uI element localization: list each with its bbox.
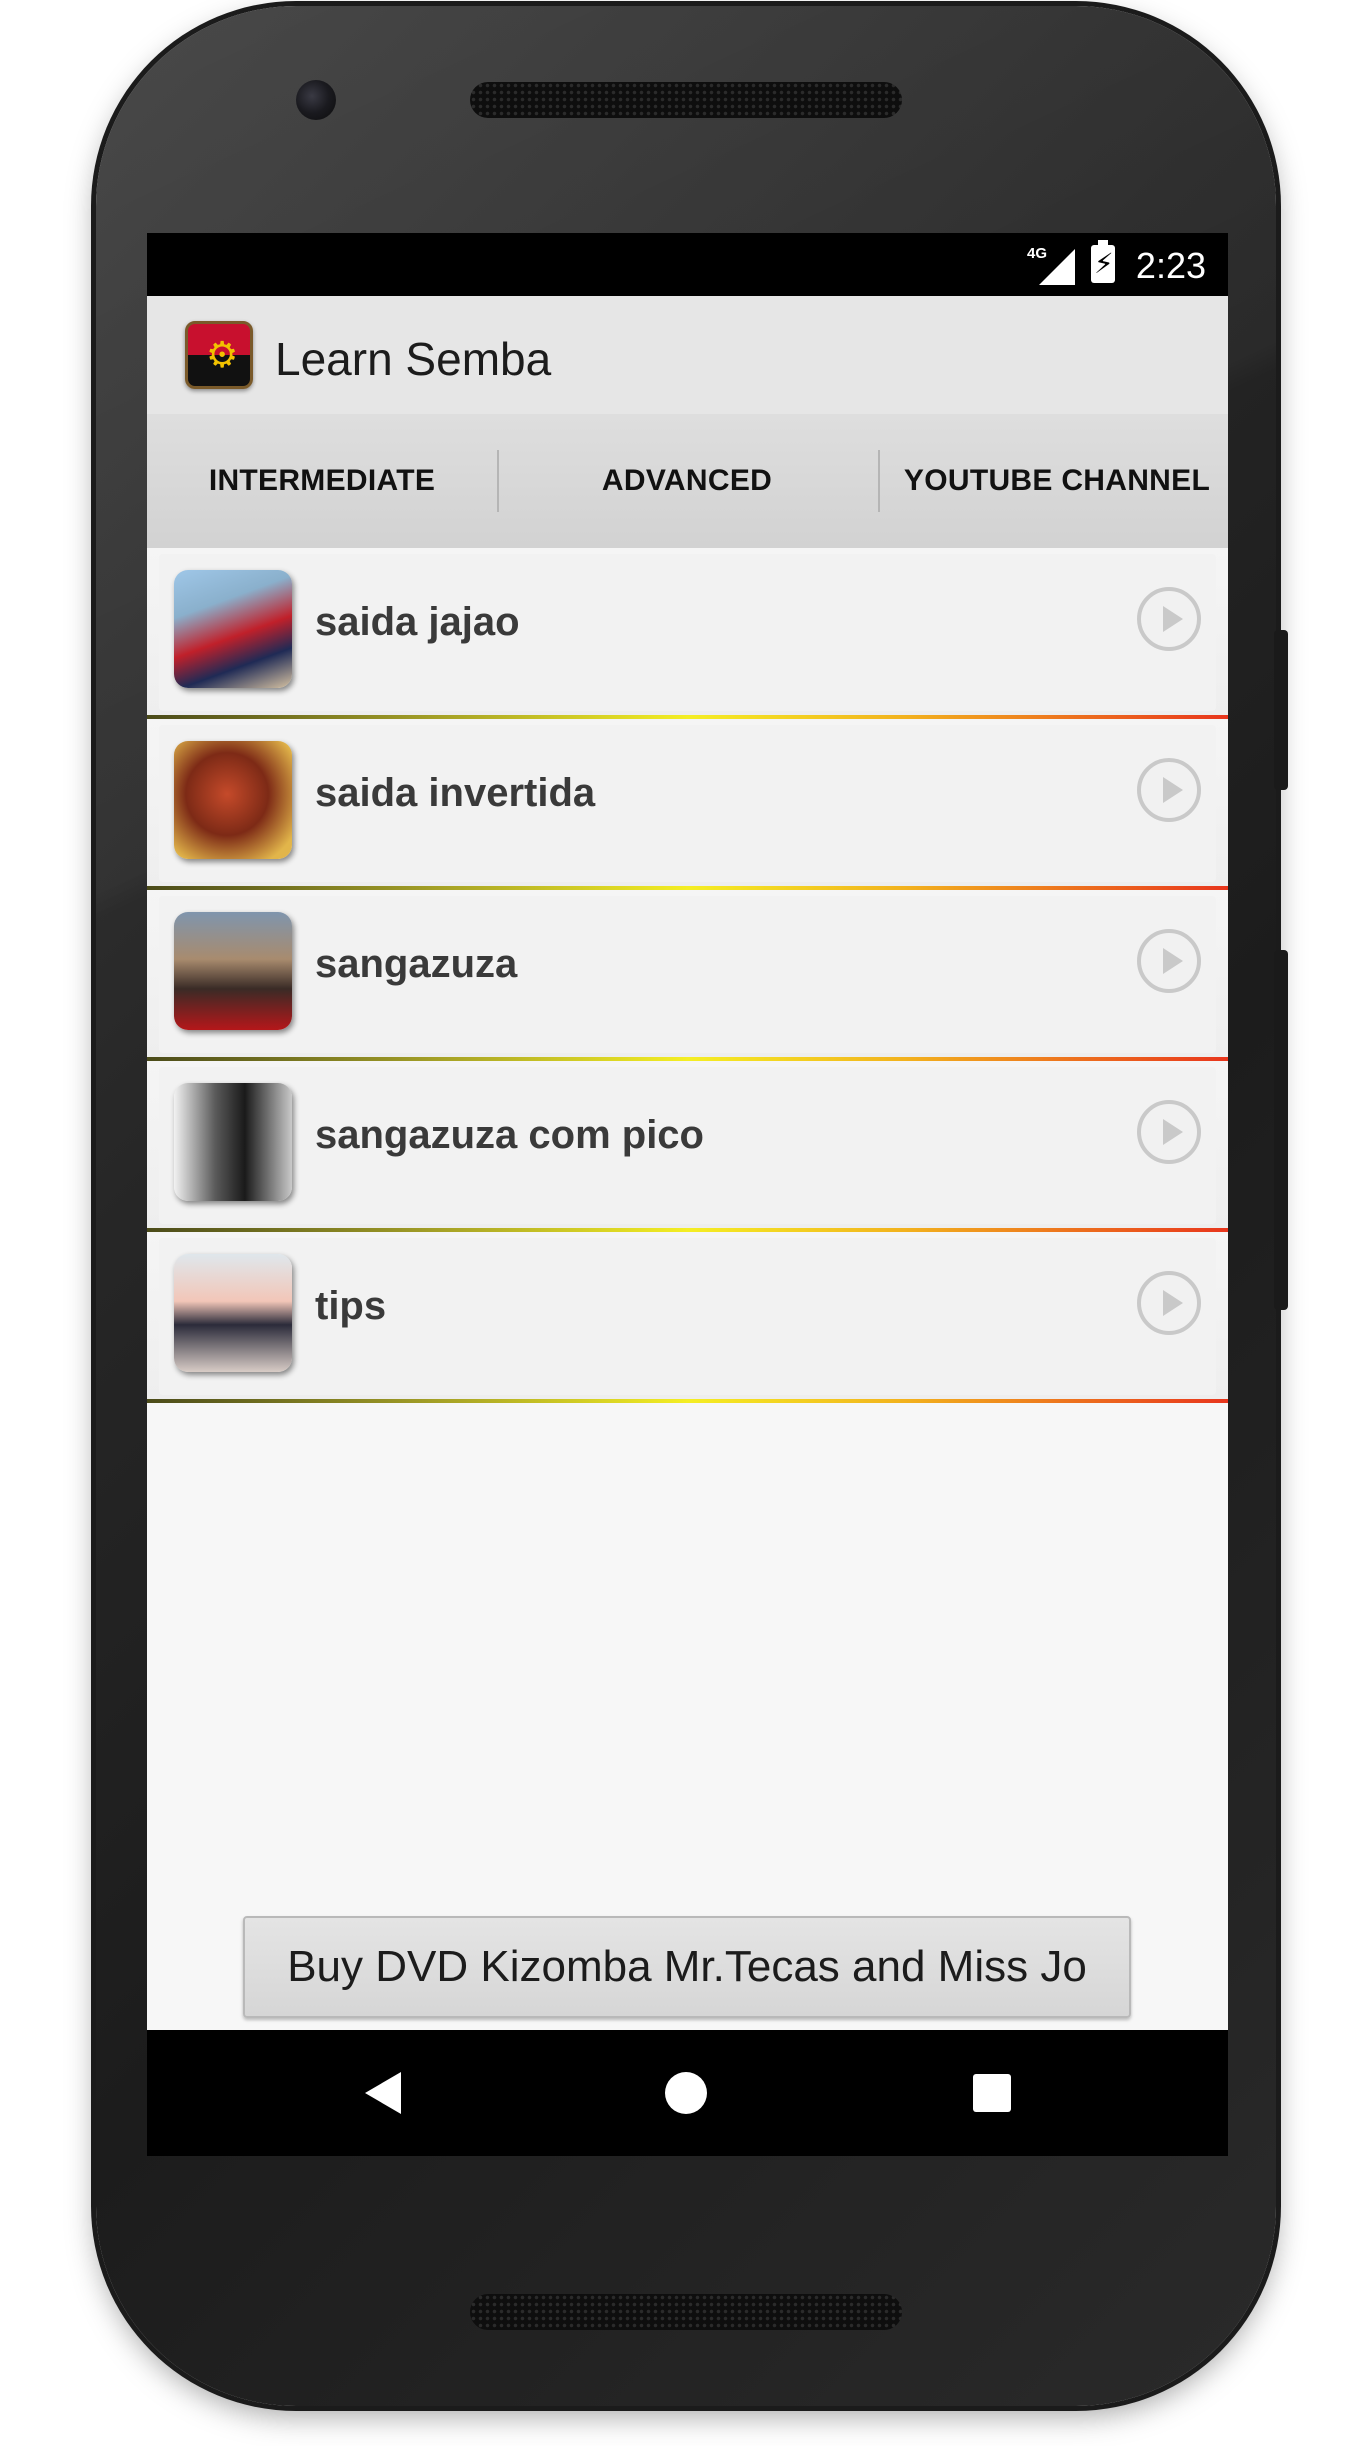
- angola-flag-icon: ⚙: [185, 321, 253, 389]
- play-icon[interactable]: [1137, 587, 1201, 651]
- front-camera: [296, 80, 336, 120]
- navigation-bar: [147, 2030, 1228, 2156]
- power-button: [1274, 630, 1288, 790]
- clock: 2:23: [1135, 245, 1206, 286]
- video-title: sangazuza com pico: [315, 1113, 704, 1157]
- play-icon[interactable]: [1137, 1100, 1201, 1164]
- play-icon[interactable]: [1137, 758, 1201, 822]
- video-thumbnail: [174, 570, 292, 688]
- video-thumbnail: [174, 1254, 292, 1372]
- video-title: tips: [315, 1284, 387, 1328]
- list-item[interactable]: sangazuza: [147, 890, 1228, 1061]
- video-thumbnail: [174, 1083, 292, 1201]
- video-thumbnail: [174, 741, 292, 859]
- divider: [147, 1399, 1228, 1403]
- tab-youtube-channel[interactable]: YOUTUBE CHANNEL: [877, 414, 1228, 548]
- screen: 4G ⚡ 2:23 ⚙ Learn Semba INTERMEDIATE ADV…: [147, 233, 1228, 2156]
- video-title: saida invertida: [315, 771, 596, 815]
- play-icon[interactable]: [1137, 929, 1201, 993]
- tab-intermediate[interactable]: INTERMEDIATE: [147, 414, 497, 548]
- signal-icon: 4G: [1027, 245, 1083, 285]
- video-thumbnail: [174, 912, 292, 1030]
- tab-advanced[interactable]: ADVANCED: [497, 414, 877, 548]
- volume-button: [1274, 950, 1288, 1310]
- list-item[interactable]: saida invertida: [147, 719, 1228, 890]
- tab-bar: INTERMEDIATE ADVANCED YOUTUBE CHANNEL: [147, 414, 1228, 728]
- list-item[interactable]: tips: [147, 1232, 1228, 1403]
- back-icon[interactable]: [365, 2072, 401, 2114]
- status-bar: 4G ⚡ 2:23: [147, 233, 1228, 296]
- top-speaker: [470, 82, 902, 118]
- list-item[interactable]: sangazuza com pico: [147, 1061, 1228, 1232]
- home-icon[interactable]: [665, 2072, 707, 2114]
- play-icon[interactable]: [1137, 1271, 1201, 1335]
- recents-icon[interactable]: [973, 2074, 1011, 2112]
- app-bar: ⚙ Learn Semba: [147, 296, 1228, 414]
- list-item[interactable]: saida jajao: [147, 548, 1228, 719]
- video-title: saida jajao: [315, 600, 520, 644]
- battery-charging-icon: ⚡: [1091, 240, 1115, 283]
- app-title: Learn Semba: [275, 333, 552, 385]
- video-title: sangazuza: [315, 942, 518, 986]
- bottom-speaker: [470, 2294, 902, 2330]
- buy-dvd-button[interactable]: Buy DVD Kizomba Mr.Tecas and Miss Jo: [243, 1916, 1131, 2018]
